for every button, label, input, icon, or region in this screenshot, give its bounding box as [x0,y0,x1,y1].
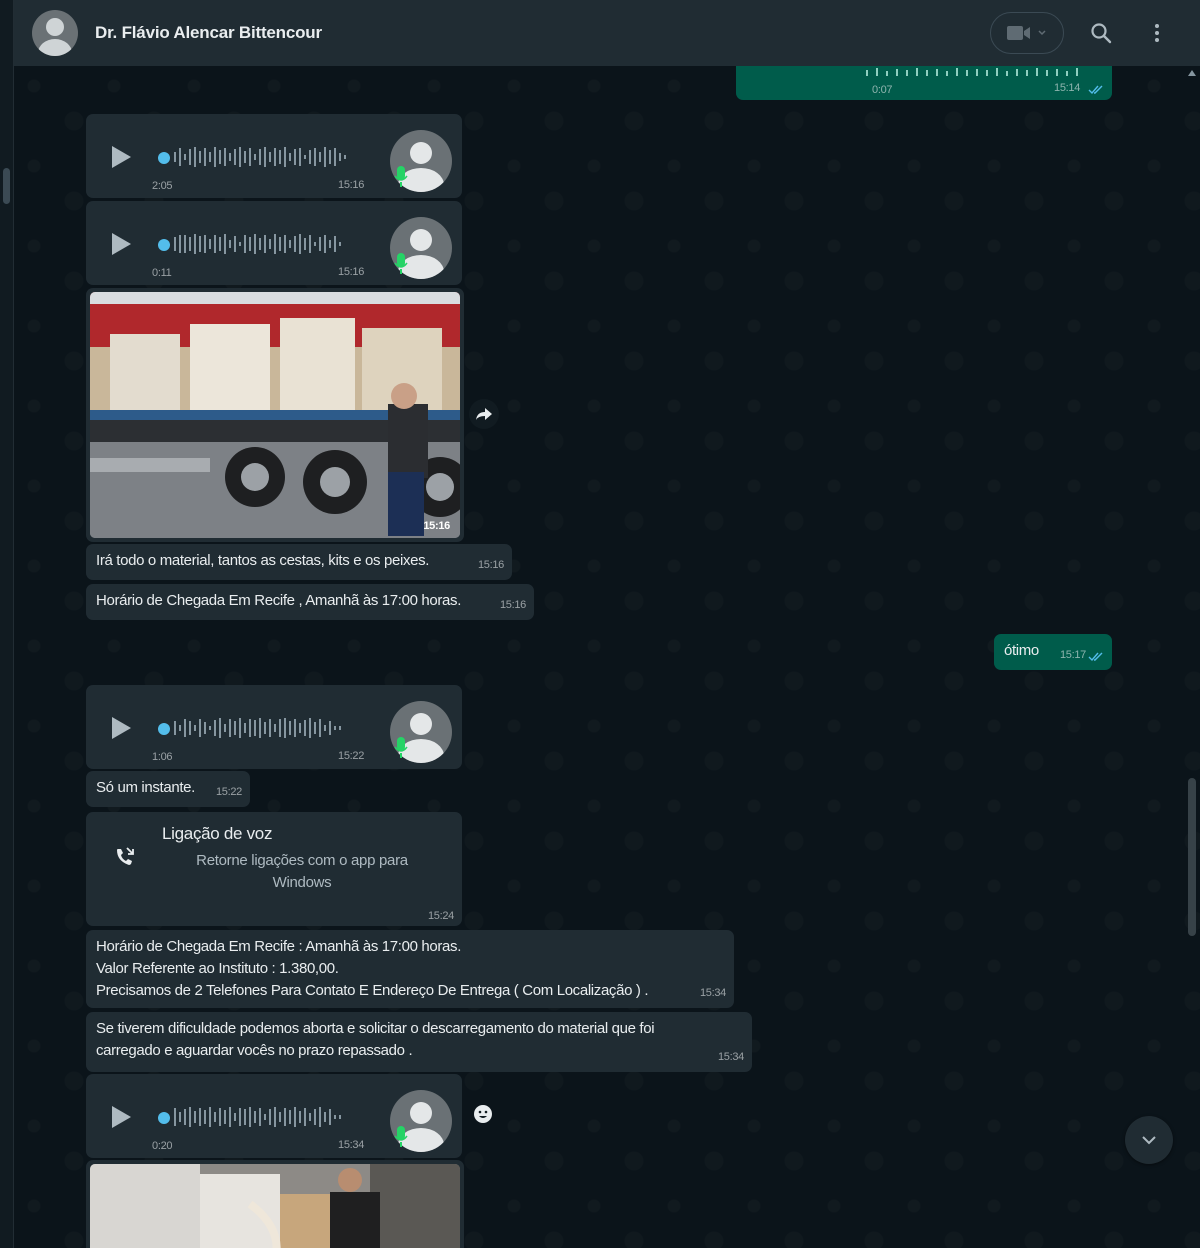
message-time: 15:34 [699,987,726,999]
photo-truck-cargo[interactable]: 15:16 [90,292,460,538]
message-time: 15:14 [1054,82,1081,94]
contact-avatar[interactable] [32,10,78,56]
message-text: Só um instante. [96,779,195,796]
incoming-text-message[interactable]: Horário de Chegada Em Recife : Amanhã às… [86,930,734,1008]
left-rail [0,0,14,1248]
incoming-audio-message[interactable]: 0:11 15:16 [86,201,462,285]
rail-scroll-handle[interactable] [3,168,10,204]
message-time: 15:34 [717,1051,744,1063]
call-title: Ligação de voz [162,824,273,843]
play-icon[interactable] [112,717,131,739]
message-text: Irá todo o material, tantos as cestas, k… [96,552,430,569]
unloading-image [90,1164,460,1248]
message-time: 15:16 [338,266,365,278]
message-text: Horário de Chegada Em Recife , Amanhã às… [96,592,462,609]
play-icon[interactable] [112,233,131,255]
emoji-reaction-icon [474,1105,492,1123]
chat-area[interactable]: 0:07 15:14 2:05 15:16 0:11 15:16 15:16 I… [14,66,1200,1248]
incoming-audio-message[interactable]: 0:20 15:34 [86,1074,462,1158]
play-icon[interactable] [112,146,131,168]
message-text-line: Valor Referente ao Instituto : 1.380,00. [96,960,339,977]
voice-call-message[interactable]: Ligação de voz Retorne ligações com o ap… [86,812,462,926]
incoming-text-message[interactable]: Se tiverem dificuldade podemos aborta e … [86,1012,752,1072]
message-time: 15:16 [423,520,450,532]
audio-duration: 0:11 [152,267,172,279]
incoming-text-message[interactable]: Só um instante. 15:22 [86,771,250,807]
message-time: 15:16 [477,559,504,571]
mic-icon [394,253,408,274]
header-actions [990,0,1200,66]
call-subtitle-line1: Retorne ligações com o app para [196,852,408,869]
audio-waveform [174,234,341,254]
scroll-to-bottom-button[interactable] [1125,1116,1173,1164]
search-icon [1091,23,1112,44]
audio-duration: 0:20 [152,1140,173,1152]
video-call-button[interactable] [990,12,1064,54]
message-time: 15:16 [499,599,526,611]
audio-duration: 0:07 [872,84,893,96]
missed-call-icon [117,847,134,865]
mic-icon [394,1126,408,1147]
message-time: 15:24 [427,910,454,922]
outgoing-text-message[interactable]: ótimo 15:17 [994,634,1112,670]
audio-progress-dot[interactable] [158,239,170,251]
react-button[interactable] [469,1100,497,1128]
audio-duration: 2:05 [152,180,173,192]
message-text-line: Se tiverem dificuldade podemos aborta e … [96,1020,655,1037]
incoming-audio-message[interactable]: 1:06 15:22 [86,685,462,769]
incoming-text-message[interactable]: Irá todo o material, tantos as cestas, k… [86,544,512,580]
audio-waveform [174,147,346,167]
outgoing-audio-message[interactable]: 0:07 15:14 [736,66,1112,100]
incoming-audio-message[interactable]: 2:05 15:16 [86,114,462,198]
message-text-line: Horário de Chegada Em Recife : Amanhã às… [96,938,462,955]
audio-progress-dot[interactable] [158,723,170,735]
search-button[interactable] [1086,18,1116,48]
message-time: 15:34 [338,1139,365,1151]
audio-progress-dot[interactable] [158,152,170,164]
audio-progress-dot[interactable] [158,1112,170,1124]
mic-icon [394,166,408,187]
message-time: 15:22 [338,750,365,762]
audio-waveform [866,68,1078,76]
truck-cargo-image [90,292,460,538]
message-time: 15:16 [338,179,365,191]
incoming-image-message[interactable]: 15:16 [86,288,464,542]
incoming-image-message[interactable] [86,1160,464,1248]
contact-name[interactable]: Dr. Flávio Alencar Bittencour [95,23,322,43]
message-time: 15:17 [1059,649,1086,661]
message-time: 15:22 [215,786,242,798]
incoming-text-message[interactable]: Horário de Chegada Em Recife , Amanhã às… [86,584,534,620]
menu-dots-icon [1155,24,1159,42]
audio-waveform [174,718,341,738]
call-subtitle-line2: Windows [272,874,332,891]
audio-duration: 1:06 [152,751,173,763]
play-icon[interactable] [112,1106,131,1128]
video-call-icon [1007,26,1030,40]
read-receipt-icon [1088,652,1103,662]
chevron-down-icon [1142,1136,1156,1145]
mic-icon [394,737,408,758]
scrollbar-thumb[interactable] [1188,778,1196,936]
forward-button[interactable] [469,399,499,429]
chat-header: Dr. Flávio Alencar Bittencour [14,0,1200,66]
scroll-up-arrow[interactable] [1188,70,1196,76]
forward-icon [476,408,492,420]
menu-button[interactable] [1142,18,1172,48]
message-text: ótimo [1004,642,1039,659]
message-text-line: Precisamos de 2 Telefones Para Contato E… [96,982,649,999]
read-receipt-icon [1088,85,1103,95]
chevron-down-icon [1038,30,1046,36]
audio-waveform [174,1107,341,1127]
message-text-line: carregado e aguardar vocês no prazo repa… [96,1042,413,1059]
photo-unloading[interactable] [90,1164,460,1248]
